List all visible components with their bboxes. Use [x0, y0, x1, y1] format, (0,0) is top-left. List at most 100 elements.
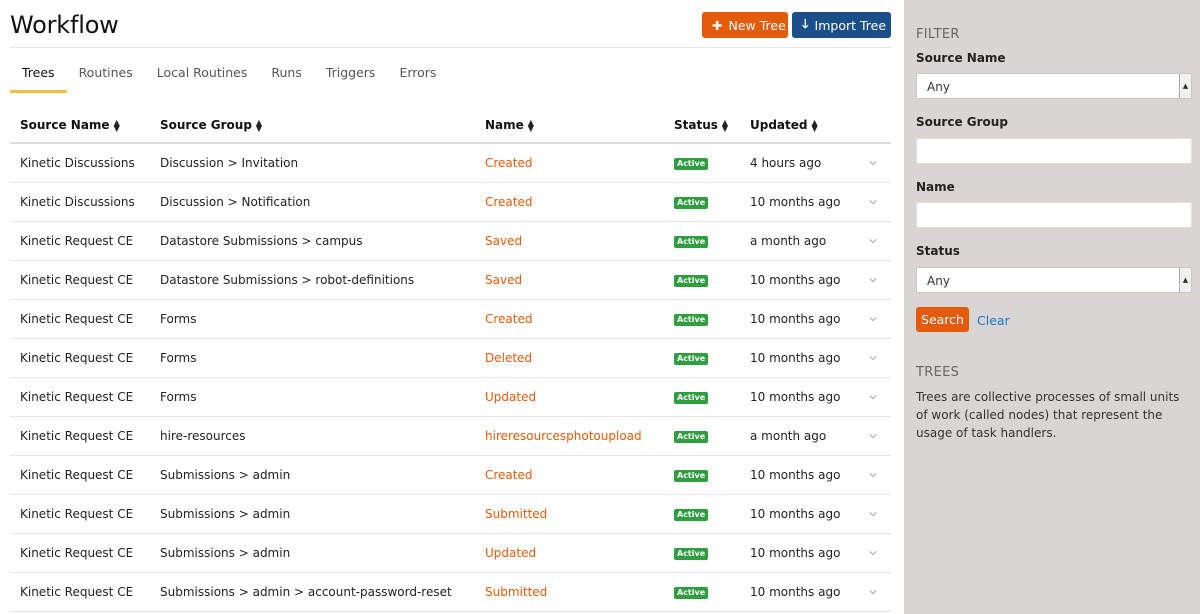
chevron-down-icon[interactable] [869, 198, 877, 206]
chevron-down-icon[interactable] [869, 588, 877, 596]
status-badge: Active [674, 431, 709, 443]
cell-source-name: Kinetic Request CE [20, 273, 134, 287]
table-row[interactable]: Kinetic Request CE hire-resources hirereso… [10, 417, 891, 456]
sort-icon: ▲ ▼ [113, 117, 120, 133]
arrow-down-icon: 🡓 [802, 15, 809, 31]
tab-local-routines[interactable]: Local Routines [145, 60, 260, 93]
sort-icon: ▲ ▼ [811, 117, 818, 133]
cell-source-name: Kinetic Request CE [20, 390, 134, 404]
cell-source-name: Kinetic Request CE [20, 546, 134, 560]
select-arrow-icon: ▲ [1179, 268, 1191, 292]
new-tree-button[interactable]: ✚ New Tree [702, 12, 788, 38]
chevron-down-icon[interactable] [869, 549, 877, 557]
trees-heading: TREES [916, 365, 960, 380]
tree-name-link[interactable]: Created [485, 156, 533, 170]
tree-name-link[interactable]: Submitted [485, 585, 547, 599]
table-row[interactable]: Kinetic Discussions Discussion > Invitati… [10, 144, 891, 183]
status-badge: Active [674, 197, 709, 209]
table-row[interactable]: Kinetic Request CE Submissions > admin Cre… [10, 456, 891, 495]
status-badge: Active [674, 158, 709, 170]
tab-triggers[interactable]: Triggers [314, 60, 388, 93]
column-header-name[interactable]: Name ▲ ▼ [485, 118, 534, 132]
tree-name-link[interactable]: Submitted [485, 507, 547, 521]
name-input[interactable] [916, 202, 1192, 228]
new-tree-label: New Tree [728, 17, 786, 33]
tree-name-link[interactable]: Created [485, 468, 533, 482]
status-badge: Active [674, 353, 709, 365]
page-title: Workflow [10, 11, 119, 39]
chevron-down-icon[interactable] [869, 471, 877, 479]
tree-name-link[interactable]: Saved [485, 234, 522, 248]
table-row[interactable]: Kinetic Request CE Submissions > admin Upd… [10, 534, 891, 573]
cell-source-group: Discussion > Notification [160, 195, 311, 209]
table-row[interactable]: Kinetic Request CE Datastore Submissions … [10, 222, 891, 261]
cell-source-name: Kinetic Request CE [20, 312, 134, 326]
chevron-down-icon[interactable] [869, 432, 877, 440]
search-button[interactable]: Search [916, 307, 969, 332]
cell-updated: 10 months ago [750, 312, 841, 326]
status-badge: Active [674, 548, 709, 560]
table-row[interactable]: Kinetic Discussions Discussion > Notifica… [10, 183, 891, 222]
select-arrow-icon: ▲ [1179, 74, 1191, 98]
tree-name-link[interactable]: Created [485, 195, 533, 209]
chevron-down-icon[interactable] [869, 159, 877, 167]
chevron-down-icon[interactable] [869, 276, 877, 284]
cell-updated: 10 months ago [750, 390, 841, 404]
sort-icon: ▲ ▼ [255, 117, 263, 133]
cell-source-group: Forms [160, 390, 197, 404]
tree-name-link[interactable]: Updated [485, 390, 536, 404]
tree-name-link[interactable]: Deleted [485, 351, 532, 365]
tab-runs[interactable]: Runs [259, 60, 313, 93]
column-header-source-name[interactable]: Source Name ▲ ▼ [20, 118, 120, 132]
trees-table: Source Name ▲ ▼ Source Group ▲ ▼ Name ▲ ▼ Stat… [10, 108, 891, 612]
filter-sidebar: FILTER Source Name Any ▲ Source Group Na… [904, 0, 1200, 614]
cell-source-group: Submissions > admin [160, 546, 291, 560]
chevron-down-icon[interactable] [869, 354, 877, 362]
cell-source-name: Kinetic Request CE [20, 585, 134, 599]
table-row[interactable]: Kinetic Request CE Submissions > admin Sub… [10, 495, 891, 534]
source-group-input[interactable] [916, 138, 1192, 164]
plus-icon: ✚ [712, 17, 723, 33]
table-row[interactable]: Kinetic Request CE Forms Deleted Active 10 m… [10, 339, 891, 378]
tree-name-link[interactable]: hireresourcesphotoupload [485, 429, 642, 443]
table-row[interactable]: Kinetic Request CE Forms Created Active 10 m… [10, 300, 891, 339]
cell-updated: 4 hours ago [750, 156, 822, 170]
clear-link[interactable]: Clear [977, 313, 1010, 328]
chevron-down-icon[interactable] [869, 237, 877, 245]
column-header-status[interactable]: Status ▲ ▼ [674, 118, 728, 132]
cell-updated: 10 months ago [750, 507, 841, 521]
chevron-down-icon[interactable] [869, 315, 877, 323]
cell-updated: 10 months ago [750, 195, 841, 209]
cell-source-name: Kinetic Discussions [20, 195, 135, 209]
cell-source-name: Kinetic Request CE [20, 468, 134, 482]
column-header-updated[interactable]: Updated ▲ ▼ [750, 118, 818, 132]
tab-trees[interactable]: Trees [10, 60, 67, 93]
status-badge: Active [674, 275, 709, 287]
source-name-label: Source Name [916, 51, 1006, 65]
cell-source-name: Kinetic Request CE [20, 351, 134, 365]
source-name-select[interactable]: Any ▲ [916, 73, 1192, 99]
cell-updated: 10 months ago [750, 546, 841, 560]
import-tree-button[interactable]: 🡓 Import Tree [792, 12, 891, 38]
tree-name-link[interactable]: Updated [485, 546, 536, 560]
status-badge: Active [674, 470, 709, 482]
cell-updated: 10 months ago [750, 468, 841, 482]
table-body: Kinetic Discussions Discussion > Invitati… [10, 144, 891, 612]
chevron-down-icon[interactable] [869, 393, 877, 401]
cell-updated: 10 months ago [750, 351, 841, 365]
column-header-source-group[interactable]: Source Group ▲ ▼ [160, 118, 262, 132]
tab-routines[interactable]: Routines [67, 60, 145, 93]
cell-source-group: Submissions > admin [160, 507, 291, 521]
chevron-down-icon[interactable] [869, 510, 877, 518]
tree-name-link[interactable]: Created [485, 312, 533, 326]
status-badge: Active [674, 314, 709, 326]
cell-source-group: hire-resources [160, 429, 246, 443]
cell-source-name: Kinetic Request CE [20, 429, 134, 443]
tab-errors[interactable]: Errors [387, 60, 448, 93]
table-row[interactable]: Kinetic Request CE Forms Updated Active 10 m… [10, 378, 891, 417]
tree-name-link[interactable]: Saved [485, 273, 522, 287]
table-row[interactable]: Kinetic Request CE Datastore Submissions … [10, 261, 891, 300]
table-row[interactable]: Kinetic Request CE Submissions > admin > … [10, 573, 891, 612]
cell-source-group: Forms [160, 312, 197, 326]
status-select[interactable]: Any ▲ [916, 267, 1192, 293]
